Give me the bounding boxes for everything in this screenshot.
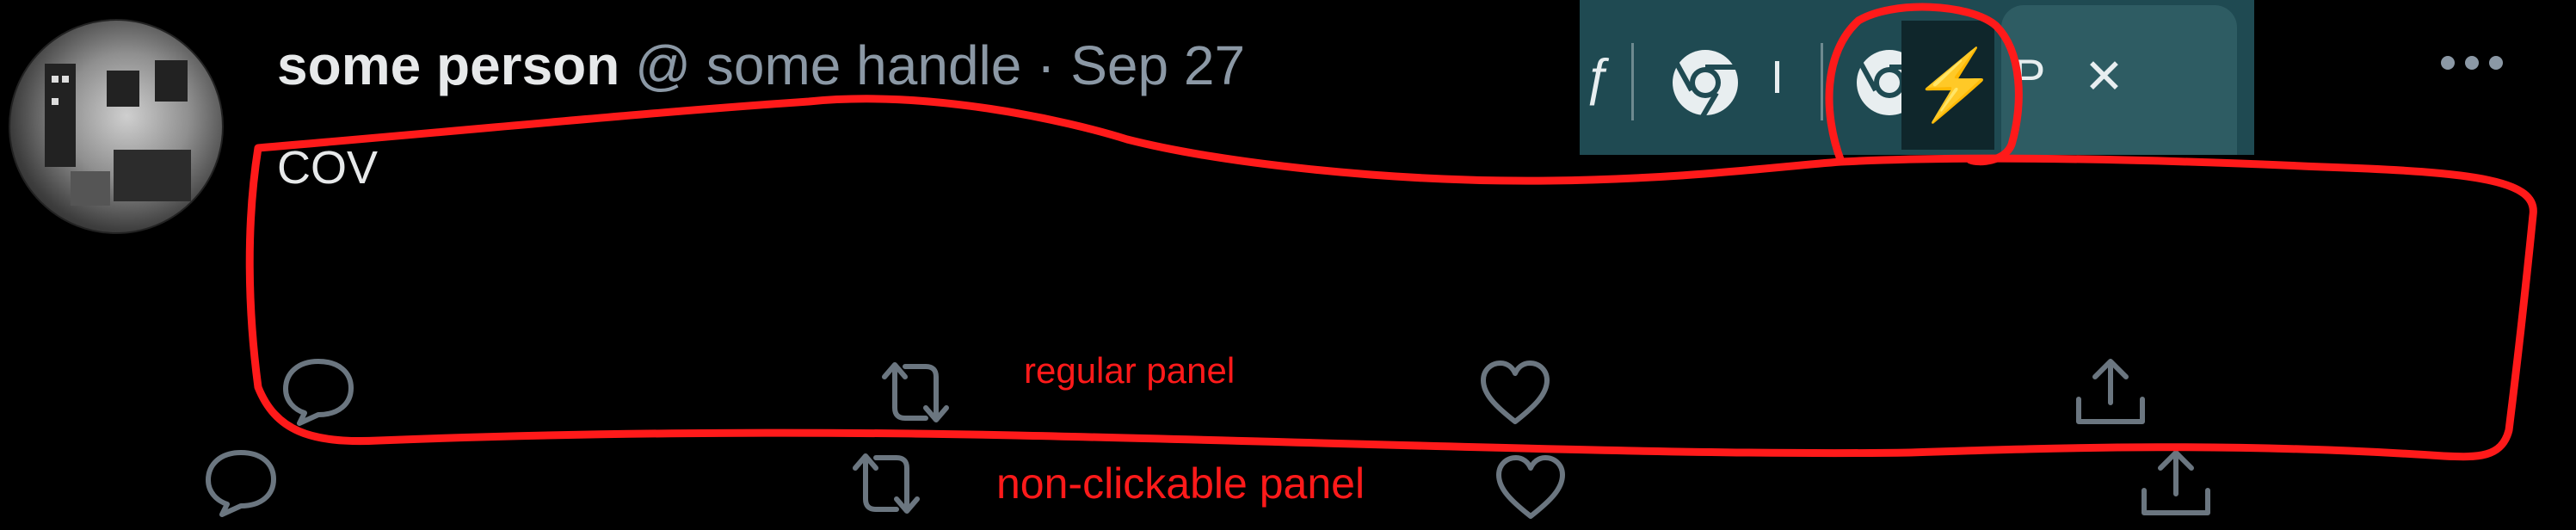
tab-highlight-outline [1825, 3, 2023, 166]
regular-panel-outline [245, 95, 2537, 461]
nonclickable-panel-label: non-clickable panel [996, 459, 1365, 508]
annotation-overlay [245, 3, 2537, 461]
regular-panel-label: regular panel [1024, 350, 1236, 391]
